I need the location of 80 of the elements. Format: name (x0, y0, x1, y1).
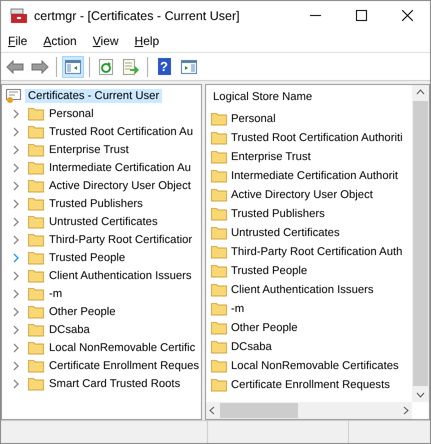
folder-icon (28, 143, 44, 157)
folder-icon (211, 244, 227, 258)
close-icon[interactable] (402, 10, 412, 21)
folder-icon (28, 233, 44, 247)
folder-icon (28, 251, 44, 265)
folder-icon (211, 226, 227, 240)
store-list-item[interactable]: Client Authentication Issuers (231, 284, 374, 296)
forward-arrow-icon[interactable] (31, 60, 49, 74)
folder-icon (211, 378, 227, 392)
maximize-icon[interactable] (356, 10, 366, 21)
store-list-item[interactable]: Third-Party Root Certification Auth (231, 246, 402, 258)
folder-icon (211, 206, 227, 220)
store-list-item[interactable]: Intermediate Certification Authorit (231, 170, 398, 182)
tree-item[interactable]: Intermediate Certification Au (49, 162, 191, 174)
folder-icon (28, 215, 44, 229)
store-list-item[interactable]: Certificate Enrollment Requests (231, 378, 390, 390)
store-list-item[interactable]: Other People (231, 322, 298, 334)
folder-icon (28, 323, 44, 337)
minimize-icon[interactable] (310, 14, 320, 16)
store-list-item[interactable]: Untrusted Certificates (231, 226, 340, 238)
menu-item[interactable]: Action (42, 34, 78, 48)
tree-item[interactable]: Trusted People (49, 252, 126, 264)
tree-item[interactable]: Active Directory User Object (49, 180, 191, 192)
folder-icon (28, 359, 44, 373)
folder-icon (211, 340, 227, 354)
folder-icon (28, 179, 44, 193)
column-header[interactable]: Logical Store Name (211, 85, 412, 109)
store-list-item[interactable]: Trusted Publishers (231, 208, 325, 220)
tree-item[interactable]: Local NonRemovable Certific (49, 342, 196, 354)
folder-icon (28, 305, 44, 319)
vertical-scrollbar[interactable] (412, 85, 429, 402)
folder-icon (211, 168, 227, 182)
tree-item[interactable]: DCsaba (49, 324, 90, 336)
folder-icon (211, 130, 227, 144)
tree-item[interactable]: -m (49, 288, 62, 300)
tree-item[interactable]: Client Authentication Issuers (49, 270, 192, 282)
folder-icon (211, 282, 227, 296)
tree-item[interactable]: Trusted Root Certification Au (49, 126, 193, 138)
folder-icon (28, 125, 44, 139)
tree-item[interactable]: Untrusted Certificates (49, 216, 158, 228)
store-list-item[interactable]: Active Directory User Object (231, 188, 373, 200)
toolbox-app-icon (10, 8, 28, 24)
tree-root-item[interactable]: Certificates - Current User (25, 89, 162, 103)
store-list-item[interactable]: Trusted People (231, 264, 308, 276)
tree-item[interactable]: Trusted Publishers (49, 198, 143, 210)
tree-item[interactable]: Other People (49, 306, 116, 318)
folder-icon (211, 188, 227, 202)
horizontal-scrollbar[interactable] (206, 402, 412, 419)
console-tree-button[interactable] (62, 56, 84, 78)
folder-icon (28, 107, 44, 121)
folder-icon (211, 150, 227, 164)
folder-icon (211, 112, 227, 126)
menu-item[interactable]: View (92, 34, 120, 48)
folder-icon (28, 287, 44, 301)
folder-icon (28, 269, 44, 283)
certificate-icon (6, 88, 22, 104)
store-list-item[interactable]: DCsaba (231, 340, 272, 352)
help-button[interactable]: ? (153, 56, 175, 78)
folder-icon (28, 161, 44, 175)
menu-item[interactable]: Help (134, 34, 160, 48)
window-title: certmgr - [Certificates - Current User] (34, 8, 241, 22)
tree-item[interactable]: Enterprise Trust (49, 144, 129, 156)
store-list-item[interactable]: Local NonRemovable Certificates (231, 360, 399, 372)
tree-item[interactable]: Certificate Enrollment Reques (49, 360, 200, 372)
folder-icon (28, 197, 44, 211)
folder-icon (211, 302, 227, 316)
store-list-item[interactable]: -m (231, 302, 244, 314)
tree-item[interactable]: Third-Party Root Certificatior (49, 234, 192, 246)
folder-icon (211, 358, 227, 372)
tree-item[interactable]: Smart Card Trusted Roots (49, 378, 180, 390)
folder-icon (28, 377, 44, 391)
folder-icon (28, 341, 44, 355)
folder-icon (211, 320, 227, 334)
store-list-item[interactable]: Enterprise Trust (231, 150, 311, 162)
menu-item[interactable]: File (7, 34, 28, 48)
store-list-item[interactable]: Personal (231, 112, 276, 124)
tree-item[interactable]: Personal (49, 108, 94, 120)
back-arrow-icon[interactable] (6, 60, 24, 74)
store-list-item[interactable]: Trusted Root Certification Authoriti (231, 132, 403, 144)
folder-icon (211, 264, 227, 278)
